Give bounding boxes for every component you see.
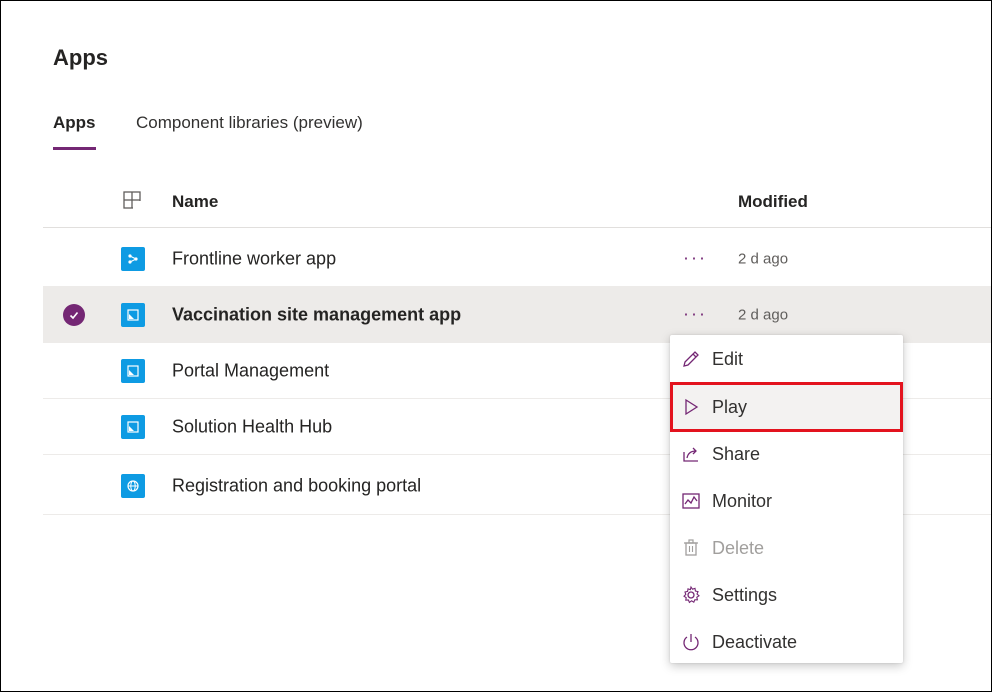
model-app-icon [121, 302, 145, 327]
portal-globe-icon [121, 473, 145, 498]
share-icon [680, 443, 702, 465]
menu-item-label: Edit [712, 348, 744, 369]
app-name[interactable]: Solution Health Hub [172, 416, 332, 437]
table-row[interactable]: Frontline worker app ··· 2 d ago [43, 231, 991, 287]
menu-item-label: Delete [712, 537, 765, 558]
menu-item-play[interactable]: Play [670, 385, 903, 429]
context-menu: Edit Play Share Monitor Delete Settings … [670, 335, 903, 663]
menu-item-label: Share [712, 443, 761, 464]
play-icon [680, 396, 702, 418]
menu-item-label: Deactivate [712, 631, 798, 652]
page-title: Apps [53, 45, 108, 70]
app-name[interactable]: Frontline worker app [172, 248, 336, 269]
model-app-icon [121, 358, 145, 383]
menu-item-label: Monitor [712, 490, 773, 511]
more-options-button[interactable]: ··· [683, 303, 707, 324]
power-icon [680, 631, 702, 653]
grid-header: Name Modified [43, 177, 991, 228]
menu-item-delete[interactable]: Delete [670, 526, 903, 570]
file-type-column-icon[interactable] [123, 191, 141, 209]
row-selected-check-icon[interactable] [63, 303, 85, 326]
menu-item-label: Play [712, 396, 748, 417]
pencil-icon [680, 348, 702, 370]
trash-icon [680, 537, 702, 559]
more-options-button[interactable]: ··· [683, 247, 707, 268]
tab-apps[interactable]: Apps [53, 113, 96, 150]
menu-item-edit[interactable]: Edit [670, 337, 903, 381]
app-name[interactable]: Portal Management [172, 360, 329, 381]
tab-component-libraries[interactable]: Component libraries (preview) [136, 113, 363, 133]
menu-item-label: Settings [712, 584, 778, 605]
monitor-icon [680, 490, 702, 512]
app-name[interactable]: Registration and booking portal [172, 475, 421, 496]
app-name[interactable]: Vaccination site management app [172, 304, 461, 325]
menu-item-settings[interactable]: Settings [670, 573, 903, 617]
tab-component-libraries-label: Component libraries (preview) [136, 113, 363, 132]
menu-item-monitor[interactable]: Monitor [670, 479, 903, 523]
column-header-name[interactable]: Name [172, 192, 218, 212]
app-window: Apps Apps Component libraries (preview) … [0, 0, 992, 692]
active-tab-indicator [53, 147, 96, 150]
modified-date: 2 d ago [738, 306, 789, 323]
modified-date: 2 d ago [738, 250, 789, 267]
tab-apps-label: Apps [53, 113, 96, 132]
menu-item-share[interactable]: Share [670, 432, 903, 476]
menu-item-deactivate[interactable]: Deactivate [670, 620, 903, 664]
column-header-modified[interactable]: Modified [738, 192, 808, 212]
model-app-icon [121, 414, 145, 439]
gear-icon [680, 584, 702, 606]
canvas-app-icon [121, 246, 145, 271]
